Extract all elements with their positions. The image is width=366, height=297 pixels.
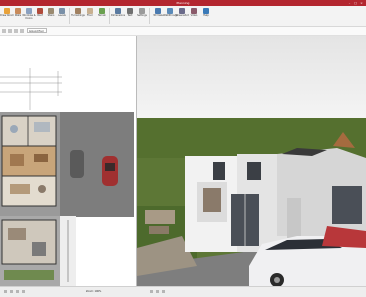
redo-icon[interactable] xyxy=(14,29,18,33)
ribbon-separator xyxy=(109,8,110,24)
snap-icon[interactable] xyxy=(10,290,13,293)
measure-icon[interactable] xyxy=(22,290,25,293)
view-2d-icon[interactable] xyxy=(150,290,153,293)
select-icon[interactable] xyxy=(2,29,6,33)
ribbon-separator xyxy=(69,8,70,24)
ribbon-button-settings[interactable]: Settings xyxy=(136,7,148,24)
layer-icon[interactable] xyxy=(16,290,19,293)
floor-plan-view[interactable] xyxy=(0,36,137,286)
window-title: Planning xyxy=(176,1,190,5)
ribbon-button-help[interactable]: Help xyxy=(200,7,212,24)
split-view-icon[interactable] xyxy=(162,290,165,293)
zoom-level: Zoom: 100% xyxy=(86,290,102,293)
floor-plan-drawing xyxy=(0,68,134,286)
ribbon-button-label: Settings xyxy=(137,14,147,17)
3d-scene xyxy=(137,36,366,286)
ribbon-toolbar: Draw Room Walls Windows & Doors Roof Sta… xyxy=(0,6,366,30)
ribbon-button-terrain[interactable]: Terrain xyxy=(96,7,108,24)
floor-select[interactable]: Ground floor xyxy=(27,28,47,33)
grid-icon[interactable] xyxy=(4,290,7,293)
3d-view[interactable] xyxy=(137,36,366,286)
minimize-button[interactable]: – xyxy=(347,1,352,5)
status-bar: Zoom: 100% xyxy=(0,286,366,297)
ribbon-button-levels[interactable]: Levels xyxy=(56,7,68,24)
ribbon-button-label: Terrain xyxy=(97,14,107,17)
quick-toolbar: Ground floor xyxy=(0,27,366,36)
ribbon-button-label: Levels xyxy=(58,14,66,17)
view-3d-icon[interactable] xyxy=(156,290,159,293)
maximize-button[interactable]: □ xyxy=(353,1,358,5)
ribbon-button-label: Help xyxy=(203,14,209,17)
delete-icon[interactable] xyxy=(20,29,24,33)
undo-icon[interactable] xyxy=(8,29,12,33)
ribbon-separator xyxy=(149,8,150,24)
close-button[interactable]: × xyxy=(359,1,364,5)
